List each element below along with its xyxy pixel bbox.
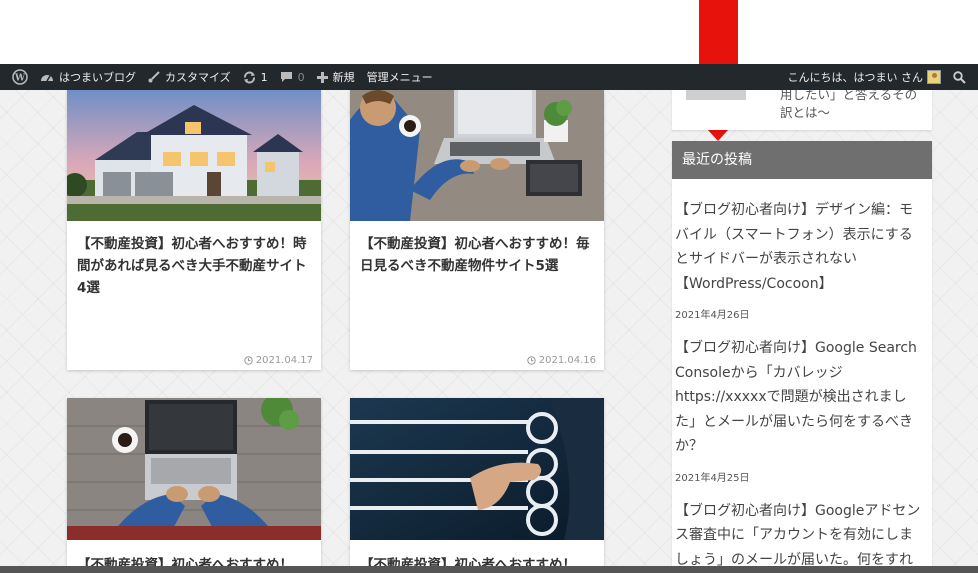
recent-post-link[interactable]: 【ブログ初心者向け】Googleアドセンス審査中に「アカウントを有効にしましょう… xyxy=(675,499,924,573)
article-card[interactable]: 【不動産投資】初心者へおすすめ！ xyxy=(67,398,321,573)
plus-icon xyxy=(316,71,328,83)
search-icon xyxy=(953,70,966,84)
recent-post-item: 【ブログ初心者向け】Google Search Consoleから「カバレッジ … xyxy=(672,321,932,484)
clock-icon xyxy=(244,356,253,365)
admin-menu-link[interactable]: 管理メニュー xyxy=(361,64,439,90)
popular-post-title: 用したい」と答えるその 訳とは〜 xyxy=(780,90,917,122)
recent-posts-heading: 最近の投稿 xyxy=(672,141,932,179)
avatar xyxy=(927,70,941,84)
popular-post-title-line: 用したい」と答えるその xyxy=(780,90,918,102)
card-date-text: 2021.04.16 xyxy=(538,355,596,366)
recent-post-link[interactable]: 【ブログ初心者向け】Google Search Consoleから「カバレッジ … xyxy=(675,336,924,459)
comments-count: 0 xyxy=(297,70,305,84)
comment-icon xyxy=(280,71,293,83)
card-thumbnail-laptop-desk xyxy=(350,90,604,221)
bottom-edge xyxy=(0,566,978,573)
new-content-menu[interactable]: 新規 xyxy=(311,64,361,90)
wp-admin-bar: W はつまいブログ カスタマイズ 1 0 新規 管理メニュー こんにちは、はつま… xyxy=(0,64,978,90)
popular-post-item[interactable]: 用したい」と答えるその 訳とは〜 xyxy=(672,90,932,130)
recent-post-item: 【ブログ初心者向け】Googleアドセンス審査中に「アカウントを有効にしましょう… xyxy=(672,484,932,573)
customize-label: カスタマイズ xyxy=(165,71,231,84)
clock-icon xyxy=(527,356,536,365)
wordpress-logo-button[interactable]: W xyxy=(6,64,34,90)
recent-post-date: 2021年4月26日 xyxy=(675,310,750,321)
customize-link[interactable]: カスタマイズ xyxy=(142,64,237,90)
card-thumbnail-house xyxy=(67,90,321,221)
updates-count: 1 xyxy=(260,70,268,84)
comments-link[interactable]: 0 xyxy=(274,64,311,90)
page-top-area xyxy=(0,0,978,64)
article-card[interactable]: 【不動産投資】初心者へおすすめ！時間があれば見るべき大手不動産サイト4選 202… xyxy=(67,90,321,370)
article-card[interactable]: 【不動産投資】初心者へおすすめ！ xyxy=(350,398,604,573)
card-thumbnail-laptop-topdown xyxy=(67,398,321,540)
article-card[interactable]: 【不動産投資】初心者へおすすめ！毎日見るべき不動産物件サイト5選 2021.04… xyxy=(350,90,604,370)
wordpress-icon: W xyxy=(12,69,28,85)
svg-text:W: W xyxy=(14,74,26,84)
popular-post-thumbnail xyxy=(686,90,746,100)
site-name-label: はつまいブログ xyxy=(59,71,136,84)
refresh-icon xyxy=(243,71,256,84)
admin-menu-label: 管理メニュー xyxy=(366,71,433,84)
dashboard-icon xyxy=(40,71,54,83)
recent-post-item: 【ブログ初心者向け】デザイン編：モバイル（スマートフォン）表示にするとサイドバー… xyxy=(672,179,932,321)
greeting-label: こんにちは、はつまい さん xyxy=(787,71,924,84)
paintbrush-icon xyxy=(148,71,160,83)
site-name-menu[interactable]: はつまいブログ xyxy=(34,64,142,90)
card-date: 2021.04.16 xyxy=(527,355,596,366)
card-title[interactable]: 【不動産投資】初心者へおすすめ！毎日見るべき不動産物件サイト5選 xyxy=(350,221,604,277)
admin-search-button[interactable] xyxy=(947,64,972,90)
card-title[interactable]: 【不動産投資】初心者へおすすめ！時間があれば見るべき大手不動産サイト4選 xyxy=(67,221,321,299)
card-date-text: 2021.04.17 xyxy=(255,355,313,366)
updates-link[interactable]: 1 xyxy=(237,64,274,90)
new-label: 新規 xyxy=(332,71,355,84)
popular-post-title-line: 訳とは〜 xyxy=(780,105,831,120)
my-account-menu[interactable]: こんにちは、はつまい さん xyxy=(782,64,948,90)
recent-post-link[interactable]: 【ブログ初心者向け】デザイン編：モバイル（スマートフォン）表示にするとサイドバー… xyxy=(675,198,924,296)
card-date: 2021.04.17 xyxy=(244,355,313,366)
recent-post-date: 2021年4月25日 xyxy=(675,472,750,484)
recent-posts-widget: 最近の投稿 【ブログ初心者向け】デザイン編：モバイル（スマートフォン）表示にする… xyxy=(672,141,932,573)
card-thumbnail-checkboxes xyxy=(350,398,604,540)
